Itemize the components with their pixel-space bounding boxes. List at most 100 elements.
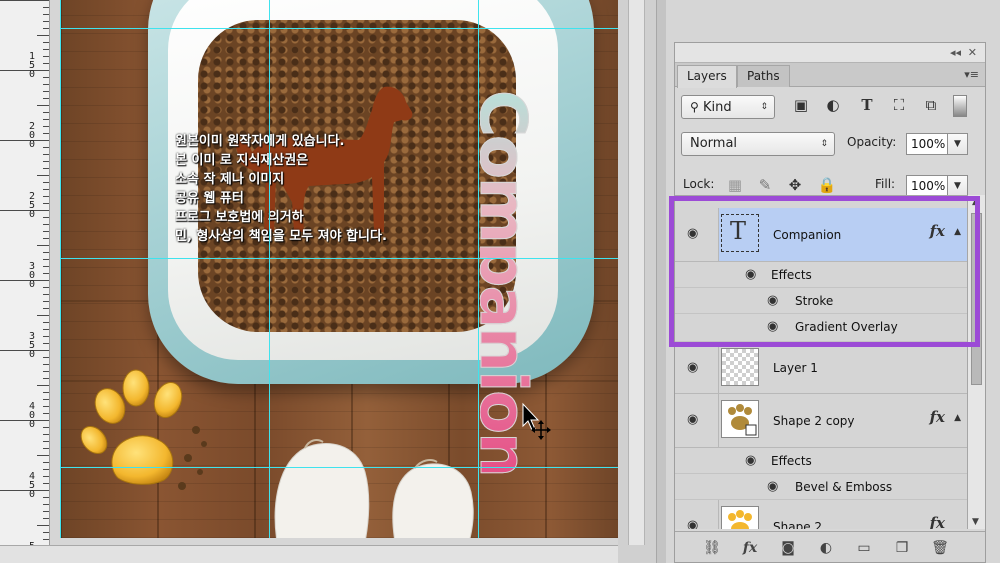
visibility-eye-icon[interactable]: ◉ (687, 519, 705, 529)
ruler-tick (0, 0, 49, 1)
panel-menu-icon[interactable]: ▾≡ (964, 68, 979, 81)
visibility-eye-icon[interactable]: ◉ (767, 294, 785, 307)
ruler-tick (43, 119, 49, 120)
vertical-scrollbar[interactable] (628, 0, 645, 545)
companion-vertical-text[interactable]: Companion (480, 90, 540, 538)
copyright-line: 원본이미 원작자에게 있습니다. (175, 134, 345, 149)
trash-icon[interactable]: 🗑 (929, 538, 951, 558)
fx-icon[interactable]: fx (739, 538, 761, 558)
ruler-tick (43, 91, 49, 92)
layer-name[interactable]: Companion (773, 227, 841, 243)
ruler-tick (43, 392, 49, 393)
filter-toggle-icon[interactable] (953, 95, 967, 117)
ruler-tick (0, 350, 49, 351)
guide-horizontal[interactable] (60, 28, 618, 29)
ruler-tick (43, 483, 49, 484)
guide-vertical[interactable] (60, 0, 61, 538)
copyright-line: 소속 작 제나 이미지 (175, 172, 285, 187)
ruler-number: 400 (28, 401, 36, 430)
panel-divider[interactable] (656, 0, 666, 563)
opacity-dropdown-icon[interactable]: ▼ (948, 133, 968, 155)
effects-row[interactable]: ◉ Effects (675, 448, 967, 474)
ruler-tick (37, 35, 49, 36)
lock-all-icon[interactable]: 🔒 (817, 175, 837, 195)
opacity-field[interactable]: 100% (906, 133, 948, 155)
filter-pixel-icon[interactable]: ▣ (791, 95, 811, 115)
visibility-eye-icon[interactable]: ◉ (745, 454, 763, 467)
ruler-tick (43, 336, 49, 337)
ruler-tick (43, 441, 49, 442)
adjustment-icon[interactable]: ◐ (815, 538, 837, 558)
ruler-tick (43, 371, 49, 372)
shape-layer-thumbnail (721, 400, 759, 438)
filter-shape-icon[interactable]: ⛶ (889, 95, 909, 115)
collapse-icon[interactable]: ◂◂ (950, 46, 961, 59)
fill-dropdown-icon[interactable]: ▼ (948, 175, 968, 197)
scroll-down-icon[interactable]: ▼ (972, 517, 979, 527)
ruler-tick (37, 525, 49, 526)
fx-icon[interactable]: fx (930, 514, 945, 529)
ruler-tick (43, 364, 49, 365)
layers-list[interactable]: ◉ T Companion fx ▲ ◉ Effects ◉ Stroke ◉ … (675, 195, 967, 529)
layer-layer-1[interactable]: ◉ Layer 1 (675, 342, 967, 394)
document-canvas[interactable]: 원본이미 원작자에게 있습니다. 본 이미 로 지식재산권은 소속 작 제나 이미지… (60, 0, 618, 538)
horizontal-scrollbar[interactable] (0, 545, 628, 563)
effects-label: Effects (771, 268, 812, 282)
layer-companion[interactable]: ◉ T Companion fx ▲ (675, 208, 967, 262)
ruler-tick (43, 231, 49, 232)
filter-adjustment-icon[interactable]: ◐ (823, 95, 843, 115)
visibility-eye-icon[interactable]: ◉ (745, 268, 763, 281)
ruler-number: 350 (28, 331, 36, 360)
visibility-eye-icon[interactable]: ◉ (767, 480, 785, 493)
guide-vertical[interactable] (478, 0, 479, 538)
filter-smart-object-icon[interactable]: ⧉ (921, 95, 941, 115)
lock-position-icon[interactable]: ✥ (785, 175, 805, 195)
type-t-icon: T (730, 217, 747, 245)
tab-layers[interactable]: Layers (677, 65, 737, 88)
lock-transparent-icon[interactable]: ▦ (725, 175, 745, 195)
layer-shape-2-copy[interactable]: ◉ Shape 2 copy fx ▲ (675, 394, 967, 448)
expand-arrow-icon[interactable]: ▲ (954, 413, 961, 423)
ruler-tick (43, 21, 49, 22)
fx-icon[interactable]: fx (930, 408, 945, 426)
visibility-eye-icon[interactable]: ◉ (687, 227, 705, 240)
fill-field[interactable]: 100% (906, 175, 948, 197)
layer-name[interactable]: Shape 2 (773, 519, 822, 529)
guide-horizontal[interactable] (60, 258, 618, 259)
opacity-label: Opacity: (847, 135, 897, 149)
close-icon[interactable]: ✕ (968, 46, 977, 59)
ruler-tick (0, 140, 49, 141)
scroll-up-icon[interactable]: ▲ (972, 197, 979, 207)
mask-icon[interactable]: ◙ (777, 538, 799, 558)
guide-vertical[interactable] (269, 0, 270, 538)
lock-pixels-brush-icon[interactable]: ✎ (755, 175, 775, 195)
vertical-ruler[interactable]: 150200250300350400450500 (0, 0, 50, 563)
expand-arrow-icon[interactable]: ▲ (954, 227, 961, 237)
guide-horizontal[interactable] (60, 467, 618, 468)
filter-kind-select[interactable]: ⚲ Kind ⇕ (681, 95, 775, 119)
effect-stroke-row[interactable]: ◉ Stroke (675, 288, 967, 314)
effects-row[interactable]: ◉ Effects (675, 262, 967, 288)
filter-type-icon[interactable]: T (857, 95, 877, 115)
visibility-eye-icon[interactable]: ◉ (687, 413, 705, 426)
visibility-eye-icon[interactable]: ◉ (767, 320, 785, 333)
layers-scrollbar[interactable]: ▲ ▼ (967, 195, 985, 529)
ruler-tick (43, 518, 49, 519)
effect-bevel-emboss-row[interactable]: ◉ Bevel & Emboss (675, 474, 967, 500)
scroll-thumb[interactable] (971, 213, 982, 385)
tab-paths[interactable]: Paths (737, 65, 790, 87)
layer-name[interactable]: Layer 1 (773, 360, 818, 376)
fx-icon[interactable]: fx (930, 222, 945, 240)
folder-icon[interactable]: ▭ (853, 538, 875, 558)
ruler-tick (43, 504, 49, 505)
layer-name[interactable]: Shape 2 copy (773, 413, 855, 429)
blend-mode-select[interactable]: Normal ⇕ (681, 132, 835, 156)
new-layer-icon[interactable]: ❐ (891, 538, 913, 558)
link-icon[interactable]: ⛓ (701, 538, 723, 558)
ruler-tick (43, 427, 49, 428)
ruler-tick (43, 133, 49, 134)
ruler-tick (43, 434, 49, 435)
effect-gradient-overlay-row[interactable]: ◉ Gradient Overlay (675, 314, 967, 342)
visibility-eye-icon[interactable]: ◉ (687, 361, 705, 374)
layer-shape-2[interactable]: ◉ Shape 2 fx (675, 500, 967, 529)
